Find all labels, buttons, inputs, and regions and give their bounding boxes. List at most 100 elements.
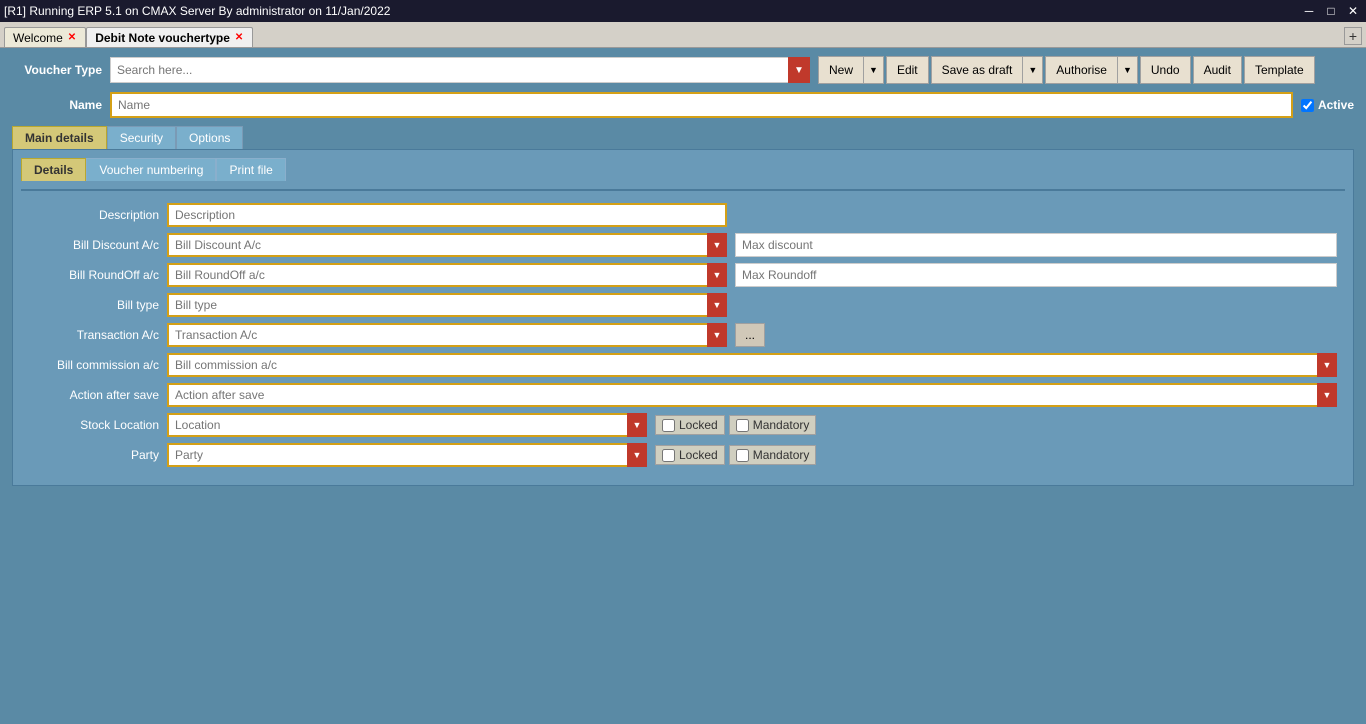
bill-roundoff-row: Bill RoundOff a/c: [29, 263, 1337, 287]
party-mandatory-checkbox[interactable]: [736, 449, 749, 462]
tab-welcome-label: Welcome: [13, 31, 63, 45]
bill-commission-select-wrap: [167, 353, 1337, 377]
bill-type-select-wrap: [167, 293, 727, 317]
save-as-draft-group: Save as draft: [931, 56, 1044, 84]
inner-tabs: Details Voucher numbering Print file: [21, 158, 1345, 181]
outer-tab-content: Details Voucher numbering Print file Des…: [12, 149, 1354, 486]
authorise-dropdown-arrow[interactable]: [1118, 56, 1138, 84]
party-mandatory-label[interactable]: Mandatory: [753, 448, 810, 462]
transaction-ac-dropdown-arrow[interactable]: [707, 323, 727, 347]
stock-location-mandatory-checkbox[interactable]: [736, 419, 749, 432]
stock-location-locked-label[interactable]: Locked: [679, 418, 718, 432]
tab-welcome-close[interactable]: ✕: [67, 32, 77, 43]
tab-debit-note-close[interactable]: ✕: [234, 32, 244, 43]
stock-location-checkboxes: Locked Mandatory: [655, 415, 816, 435]
bill-commission-dropdown-arrow[interactable]: [1317, 353, 1337, 377]
stock-location-locked-checkbox[interactable]: [662, 419, 675, 432]
new-button[interactable]: New: [818, 56, 864, 84]
tab-welcome[interactable]: Welcome ✕: [4, 27, 86, 47]
transaction-ac-label: Transaction A/c: [29, 328, 159, 342]
save-as-draft-dropdown-arrow[interactable]: [1023, 56, 1043, 84]
template-button[interactable]: Template: [1244, 56, 1315, 84]
action-after-save-select-wrap: [167, 383, 1337, 407]
party-row: Party Locked Mandatory: [29, 443, 1337, 467]
voucher-type-search[interactable]: [110, 57, 810, 83]
action-after-save-input[interactable]: [167, 383, 1337, 407]
description-label: Description: [29, 208, 159, 222]
party-mandatory-wrap: Mandatory: [729, 445, 817, 465]
active-label[interactable]: Active: [1318, 98, 1354, 112]
stock-location-dropdown-arrow[interactable]: [627, 413, 647, 437]
bill-type-input[interactable]: [167, 293, 727, 317]
party-checkboxes: Locked Mandatory: [655, 445, 816, 465]
close-button[interactable]: ✕: [1344, 2, 1362, 20]
undo-button[interactable]: Undo: [1140, 56, 1191, 84]
bill-commission-row: Bill commission a/c: [29, 353, 1337, 377]
stock-location-label: Stock Location: [29, 418, 159, 432]
outer-tab-options[interactable]: Options: [176, 126, 243, 149]
inner-tab-voucher-numbering[interactable]: Voucher numbering: [86, 158, 216, 181]
bill-roundoff-dropdown-arrow[interactable]: [707, 263, 727, 287]
save-as-draft-button[interactable]: Save as draft: [931, 56, 1024, 84]
description-row: Description: [29, 203, 1337, 227]
stock-location-row: Stock Location Locked Mandatory: [29, 413, 1337, 437]
bill-type-dropdown-arrow[interactable]: [707, 293, 727, 317]
max-roundoff-input[interactable]: [735, 263, 1337, 287]
bill-discount-dropdown-arrow[interactable]: [707, 233, 727, 257]
tab-add-button[interactable]: +: [1344, 27, 1362, 45]
active-checkbox-wrap: Active: [1301, 98, 1354, 112]
new-button-group: New: [818, 56, 884, 84]
bill-roundoff-input[interactable]: [167, 263, 727, 287]
bill-type-row: Bill type: [29, 293, 1337, 317]
bill-discount-row: Bill Discount A/c: [29, 233, 1337, 257]
authorise-button[interactable]: Authorise: [1045, 56, 1118, 84]
party-locked-wrap: Locked: [655, 445, 725, 465]
bill-discount-label: Bill Discount A/c: [29, 238, 159, 252]
new-dropdown-arrow[interactable]: [864, 56, 884, 84]
party-locked-checkbox[interactable]: [662, 449, 675, 462]
voucher-type-row: Voucher Type New Edit Save as draft Auth…: [12, 56, 1354, 84]
transaction-ac-input[interactable]: [167, 323, 727, 347]
name-label: Name: [12, 98, 102, 112]
bill-commission-input[interactable]: [167, 353, 1337, 377]
action-after-save-dropdown-arrow[interactable]: [1317, 383, 1337, 407]
bill-discount-input[interactable]: [167, 233, 727, 257]
party-locked-label[interactable]: Locked: [679, 448, 718, 462]
stock-location-mandatory-label[interactable]: Mandatory: [753, 418, 810, 432]
party-dropdown-arrow[interactable]: [627, 443, 647, 467]
voucher-type-label: Voucher Type: [12, 63, 102, 77]
stock-location-input[interactable]: [167, 413, 647, 437]
maximize-button[interactable]: □: [1322, 2, 1340, 20]
description-input[interactable]: [167, 203, 727, 227]
form-content: Description Bill Discount A/c Bill Round…: [21, 199, 1345, 477]
audit-button[interactable]: Audit: [1193, 56, 1242, 84]
authorise-group: Authorise: [1045, 56, 1138, 84]
tab-bar: Welcome ✕ Debit Note vouchertype ✕ +: [0, 22, 1366, 48]
outer-tab-main-details[interactable]: Main details: [12, 126, 107, 149]
voucher-type-dropdown-arrow[interactable]: [788, 57, 810, 83]
tab-debit-note[interactable]: Debit Note vouchertype ✕: [86, 27, 253, 47]
party-select-wrap: [167, 443, 647, 467]
stock-location-mandatory-wrap: Mandatory: [729, 415, 817, 435]
active-checkbox[interactable]: [1301, 99, 1314, 112]
title-text: [R1] Running ERP 5.1 on CMAX Server By a…: [4, 4, 390, 18]
bill-type-label: Bill type: [29, 298, 159, 312]
inner-tab-print-file[interactable]: Print file: [216, 158, 285, 181]
transaction-ac-ellipsis-button[interactable]: ...: [735, 323, 765, 347]
main-content: Voucher Type New Edit Save as draft Auth…: [0, 48, 1366, 494]
outer-tab-security[interactable]: Security: [107, 126, 176, 149]
bill-roundoff-select-wrap: [167, 263, 727, 287]
transaction-ac-select-wrap: [167, 323, 727, 347]
outer-tabs: Main details Security Options: [12, 126, 1354, 149]
party-input[interactable]: [167, 443, 647, 467]
window-controls: ─ □ ✕: [1300, 2, 1362, 20]
transaction-ac-row: Transaction A/c ...: [29, 323, 1337, 347]
tab-debit-note-label: Debit Note vouchertype: [95, 31, 230, 45]
inner-tab-details[interactable]: Details: [21, 158, 86, 181]
party-label: Party: [29, 448, 159, 462]
name-input[interactable]: [110, 92, 1293, 118]
minimize-button[interactable]: ─: [1300, 2, 1318, 20]
edit-button[interactable]: Edit: [886, 56, 929, 84]
name-row: Name Active: [12, 92, 1354, 118]
max-discount-input[interactable]: [735, 233, 1337, 257]
